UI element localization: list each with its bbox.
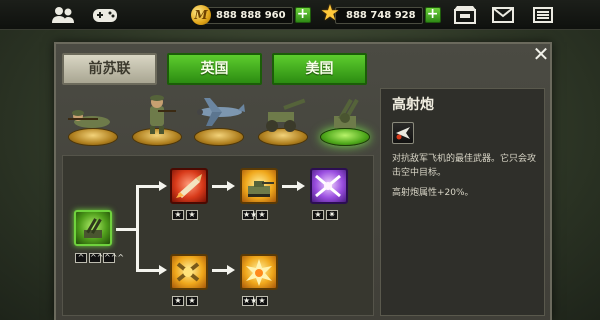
tree-connector: [136, 185, 139, 271]
tree-connector: [212, 185, 228, 188]
gamepad-icon[interactable]: [90, 4, 120, 26]
anti-aircraft-gun-icon: [334, 98, 359, 128]
coin-icon: M: [191, 5, 211, 25]
tree-arrow: [159, 181, 167, 191]
tree-connector: [136, 269, 160, 272]
close-icon[interactable]: ✕: [530, 44, 552, 64]
rank-badge: ★: [312, 210, 324, 220]
soldier-icon: [150, 95, 176, 134]
tree-arrow: [159, 265, 167, 275]
top-bar: M 888 888 960 + ★ 888 748 928 +: [0, 0, 600, 30]
coin-balance: M 888 888 960 +: [191, 5, 311, 25]
coin-amount: 888 888 960: [205, 6, 293, 24]
plane-icon: [197, 98, 245, 126]
add-stars-button[interactable]: +: [424, 7, 441, 23]
rank-badge: ^^: [89, 253, 104, 263]
tree-connector: [282, 185, 298, 188]
unit-field-artillery[interactable]: [254, 92, 312, 148]
tank-icon: [248, 181, 274, 197]
tab-britain[interactable]: 英国: [167, 53, 262, 85]
friends-icon[interactable]: [50, 4, 76, 26]
artillery-icon: [266, 98, 306, 132]
unit-rifleman[interactable]: [128, 92, 186, 148]
tree-node-root[interactable]: [74, 210, 112, 246]
tree-node-air-strike[interactable]: [310, 168, 348, 204]
shell-icon: [176, 174, 202, 198]
tree-arrow: [227, 181, 235, 191]
rank-badge: ✷: [326, 210, 338, 220]
rank-badge: ★★: [242, 296, 258, 306]
rank-badge: ★: [256, 210, 268, 220]
star-balance: ★ 888 748 928 +: [319, 1, 441, 26]
star-icon: ★: [320, 1, 340, 26]
star-amount: 888 748 928: [335, 6, 423, 24]
unit-prone-rifleman[interactable]: [64, 92, 122, 148]
rank-badge: ^^^: [103, 253, 125, 263]
tab-soviet[interactable]: 前苏联: [62, 53, 157, 85]
tree-connector: [212, 269, 228, 272]
tree-connector: [136, 185, 160, 188]
rank-badge: ^: [75, 253, 87, 263]
cannon-icon: [176, 262, 200, 282]
tree-connector: [116, 228, 136, 231]
anti-air-icon: [392, 122, 414, 144]
rank-badge: ★: [186, 210, 198, 220]
prone-soldier-icon: [68, 110, 110, 128]
tree-node-shell-upgrade[interactable]: [170, 168, 208, 204]
tree-node-explosion-upgrade[interactable]: [240, 254, 278, 290]
rank-badge: ★★: [242, 210, 258, 220]
unit-bonus: 高射炮属性+20%。: [392, 188, 474, 198]
shop-icon[interactable]: [452, 4, 478, 26]
menu-icon[interactable]: [530, 4, 556, 26]
tab-usa[interactable]: 美国: [272, 53, 367, 85]
unit-anti-aircraft-gun[interactable]: [316, 92, 374, 148]
add-coins-button[interactable]: +: [294, 7, 311, 23]
unit-fighter-plane[interactable]: [190, 92, 248, 148]
explosion-icon: [246, 259, 272, 286]
rank-badge: ★: [172, 296, 184, 306]
unit-description: 对抗敌军飞机的最佳武器。它只会攻击空中目标。: [392, 154, 537, 178]
mail-icon[interactable]: [490, 4, 516, 26]
tree-arrow: [297, 181, 305, 191]
air-strike-icon: [315, 174, 341, 198]
rank-badge: ★: [172, 210, 184, 220]
anti-aircraft-gun-icon: [84, 218, 102, 238]
tree-node-tank-upgrade[interactable]: [240, 168, 278, 204]
rank-badge: ★: [186, 296, 198, 306]
tree-arrow: [227, 265, 235, 275]
unit-title: 高射炮: [392, 97, 434, 113]
tree-node-cannon-upgrade[interactable]: [170, 254, 208, 290]
rank-badge: ★: [256, 296, 268, 306]
